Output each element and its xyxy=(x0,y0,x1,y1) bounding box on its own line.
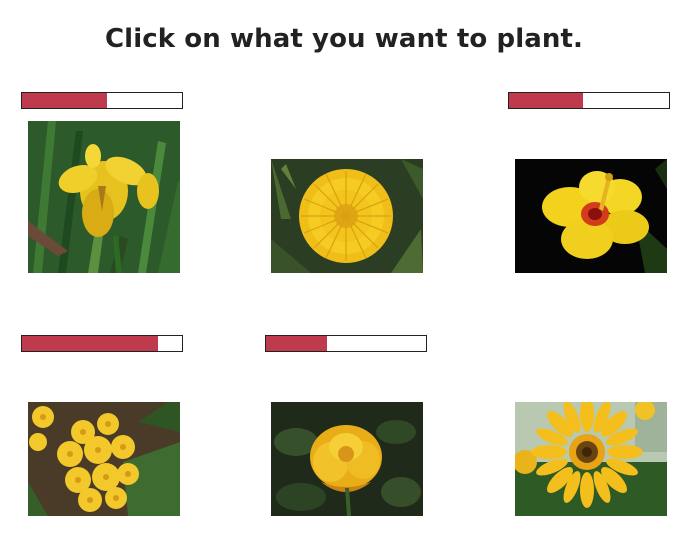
progress-fill-hibiscus xyxy=(509,93,583,108)
page-title: Click on what you want to plant. xyxy=(105,24,583,54)
progress-fill-primrose xyxy=(22,336,158,351)
flower-hibiscus[interactable] xyxy=(515,159,667,273)
flower-gerbera[interactable] xyxy=(515,402,667,516)
flower-iris[interactable] xyxy=(28,121,180,273)
yellow-primrose-icon xyxy=(28,402,180,516)
yellow-dandelion-icon xyxy=(271,159,423,273)
yellow-iris-icon xyxy=(28,121,180,273)
progress-bar-rose xyxy=(265,335,427,352)
flower-primrose[interactable] xyxy=(28,402,180,516)
progress-fill-iris xyxy=(22,93,107,108)
progress-bar-primrose xyxy=(21,335,183,352)
flower-rose[interactable] xyxy=(271,402,423,516)
yellow-gerbera-icon xyxy=(515,402,667,516)
progress-fill-rose xyxy=(266,336,327,351)
flower-dandelion[interactable] xyxy=(271,159,423,273)
yellow-hibiscus-icon xyxy=(515,159,667,273)
progress-bar-iris xyxy=(21,92,183,109)
yellow-rose-icon xyxy=(271,402,423,516)
progress-bar-hibiscus xyxy=(508,92,670,109)
